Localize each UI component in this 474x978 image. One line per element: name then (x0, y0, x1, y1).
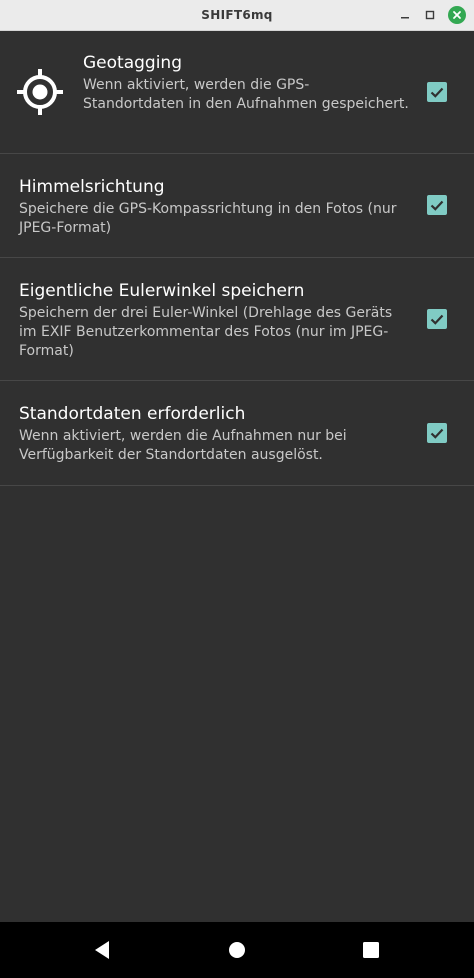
close-button[interactable] (448, 6, 466, 24)
setting-row-standortdaten[interactable]: Standortdaten erforderlich Wenn aktivier… (0, 381, 474, 486)
setting-summary: Speichere die GPS-Kompassrichtung in den… (19, 201, 397, 236)
eulerwinkel-checkbox[interactable] (427, 309, 447, 329)
minimize-icon (401, 17, 409, 19)
checkmark-icon (430, 314, 444, 325)
setting-row-eulerwinkel[interactable]: Eigentliche Eulerwinkel speichern Speich… (0, 258, 474, 381)
minimize-button[interactable] (396, 6, 414, 24)
maximize-button[interactable] (421, 6, 439, 24)
setting-summary: Wenn aktiviert, werden die Aufnahmen nur… (19, 428, 347, 463)
geotagging-checkbox[interactable] (427, 82, 447, 102)
setting-row-himmelsrichtung[interactable]: Himmelsrichtung Speichere die GPS-Kompas… (0, 154, 474, 258)
setting-title: Eigentliche Eulerwinkel speichern (19, 281, 305, 301)
recents-icon (363, 942, 379, 958)
checkmark-icon (430, 428, 444, 439)
setting-title: Standortdaten erforderlich (19, 404, 246, 424)
navigation-bar (0, 922, 474, 978)
setting-text: Standortdaten erforderlich Wenn aktivier… (19, 403, 410, 465)
setting-title: Himmelsrichtung (19, 177, 165, 197)
back-icon (95, 941, 109, 959)
home-icon (229, 942, 245, 958)
app-window: SHIFT6mq Geotagging Wenn aktiviert, werd… (0, 0, 474, 978)
setting-text: Himmelsrichtung Speichere die GPS-Kompas… (19, 176, 410, 238)
maximize-icon (425, 10, 435, 20)
standortdaten-checkbox[interactable] (427, 423, 447, 443)
close-icon (453, 11, 461, 19)
back-button[interactable] (91, 939, 113, 961)
setting-summary: Wenn aktiviert, werden die GPS-Standortd… (83, 77, 409, 112)
gps-crosshair-icon (14, 66, 66, 118)
checkmark-icon (430, 87, 444, 98)
home-button[interactable] (226, 939, 248, 961)
setting-summary: Speichern der drei Euler-Winkel (Drehlag… (19, 305, 393, 359)
window-titlebar[interactable]: SHIFT6mq (0, 0, 474, 31)
setting-row-geotagging[interactable]: Geotagging Wenn aktiviert, werden die GP… (0, 31, 474, 154)
setting-text: Geotagging Wenn aktiviert, werden die GP… (83, 52, 410, 114)
checkmark-icon (430, 200, 444, 211)
himmelsrichtung-checkbox[interactable] (427, 195, 447, 215)
settings-list: Geotagging Wenn aktiviert, werden die GP… (0, 31, 474, 486)
setting-text: Eigentliche Eulerwinkel speichern Speich… (19, 280, 410, 361)
recents-button[interactable] (360, 939, 382, 961)
setting-title: Geotagging (83, 53, 182, 73)
